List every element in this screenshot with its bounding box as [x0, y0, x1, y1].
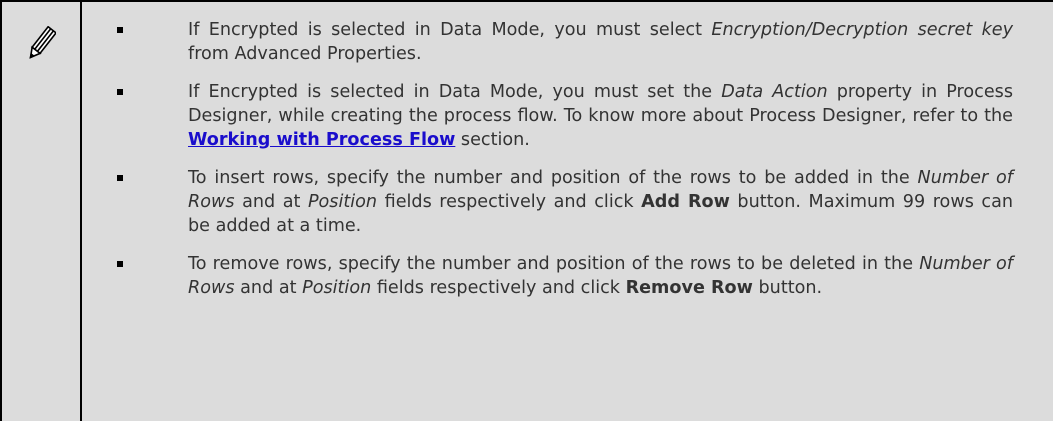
item-text: fields respectively and click — [377, 192, 642, 212]
item-text: To insert rows, specify the number and p… — [188, 168, 918, 188]
item-bold-text: Add Row — [641, 192, 730, 212]
item-italic-text: Position — [302, 278, 372, 298]
bullet-icon — [117, 261, 123, 267]
item-text: fields respectively and click — [371, 278, 626, 298]
list-item: If Encrypted is selected in Data Mode, y… — [82, 18, 1053, 66]
note-box: If Encrypted is selected in Data Mode, y… — [0, 0, 1053, 421]
note-list: If Encrypted is selected in Data Mode, y… — [82, 18, 1053, 300]
top-border — [0, 0, 1053, 2]
item-text: section. — [455, 130, 530, 150]
left-border — [0, 0, 2, 421]
item-text: and at — [234, 192, 308, 212]
item-text: To remove rows, specify the number and p… — [188, 254, 920, 274]
list-item: To remove rows, specify the number and p… — [82, 252, 1053, 300]
item-text: and at — [234, 278, 303, 298]
item-italic-text: Data Action — [721, 82, 828, 102]
item-italic-text: Encryption/Decryption secret key — [711, 20, 1014, 40]
note-content: If Encrypted is selected in Data Mode, y… — [82, 18, 1053, 314]
item-italic-text: Position — [307, 192, 378, 212]
list-item: To insert rows, specify the number and p… — [82, 166, 1053, 238]
working-with-process-flow-link[interactable]: Working with Process Flow — [188, 130, 455, 150]
item-bold-text: Remove Row — [625, 278, 753, 298]
item-text: from Advanced Properties. — [188, 44, 422, 64]
bullet-icon — [117, 89, 123, 95]
bullet-icon — [117, 27, 123, 33]
item-text: If Encrypted is selected in Data Mode, y… — [188, 20, 712, 40]
item-text: If Encrypted is selected in Data Mode, y… — [188, 82, 722, 102]
bullet-icon — [117, 175, 123, 181]
list-item: If Encrypted is selected in Data Mode, y… — [82, 80, 1053, 152]
pencil-icon — [26, 25, 58, 62]
item-text: button. — [752, 278, 823, 298]
